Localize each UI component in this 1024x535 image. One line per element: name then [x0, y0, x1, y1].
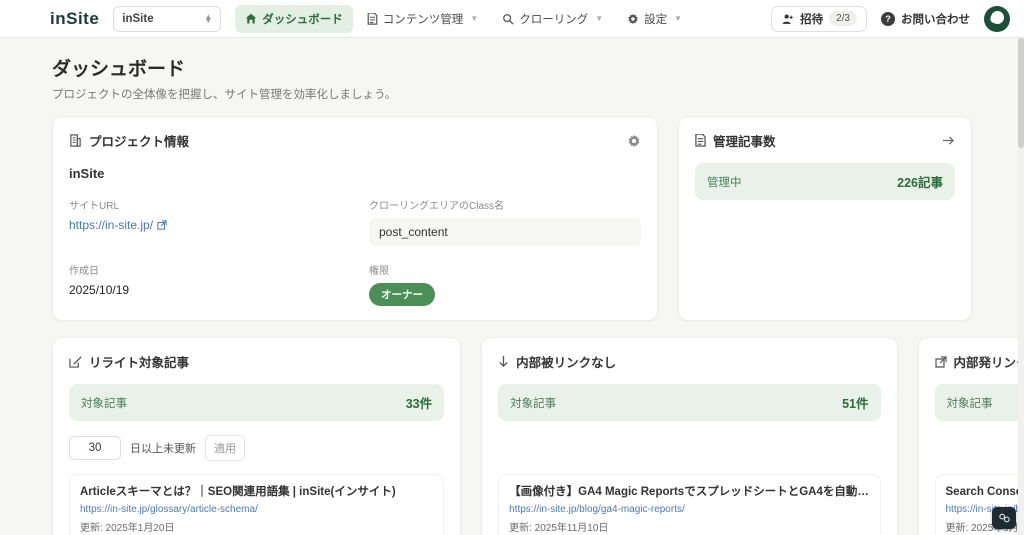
article-item[interactable]: Articleスキーマとは？｜SEO関連用語集 | inSite(インサイト) … — [69, 474, 445, 535]
card-title: リライト対象記事 — [89, 356, 190, 370]
question-circle-icon: ? — [881, 11, 895, 26]
summary-strip: 対象記事 1件 — [934, 384, 1024, 421]
class-name-value: post_content — [369, 218, 641, 246]
created-label: 作成日 — [69, 266, 99, 277]
project-settings-gear-icon[interactable] — [627, 134, 641, 148]
inbound-article-list: 【画像付き】GA4 Magic ReportsでスプレッドシートとGA4を自動…… — [498, 474, 881, 535]
select-arrows-icon: ▲ ▼ — [204, 11, 213, 25]
topbar-right: 招待 2/3 ? お問い合わせ — [771, 5, 1010, 32]
site-url-field: サイトURL https://in-site.jp/ — [69, 197, 341, 246]
site-url-label: サイトURL — [69, 201, 120, 212]
topbar: inSite inSite ▲ ▼ ダッシュボード コンテンツ管理 ▼ クローリン… — [0, 0, 1024, 38]
nav-label: ダッシュボード — [262, 13, 343, 26]
article-updated: 更新: 2025年11月10日 — [509, 523, 609, 534]
page-title: ダッシュボード — [52, 59, 186, 80]
created-field: 作成日 2025/10/19 — [69, 262, 341, 306]
home-icon — [245, 13, 257, 25]
external-link-icon — [934, 355, 947, 368]
app-logo: inSite — [50, 8, 100, 28]
row-article-lists: リライト対象記事 対象記事 33件 日以上未更新 適用 Articleスキーマと… — [52, 337, 1024, 535]
chevron-down-icon: ▼ — [595, 14, 604, 23]
edit-icon — [69, 355, 82, 368]
contact-button[interactable]: ? お問い合わせ — [881, 11, 970, 27]
article-url[interactable]: https://in-site.jp/blog/ga4-magic-report… — [509, 504, 869, 515]
managed-row-value: 226記事 — [897, 176, 943, 190]
nav-label: コンテンツ管理 — [382, 13, 464, 26]
apply-button[interactable]: 適用 — [205, 435, 245, 461]
file-icon — [695, 134, 706, 147]
card-title: 内部発リンクなし — [953, 356, 1024, 370]
article-updated: 更新: 2025年1月20日 — [80, 523, 175, 534]
article-title: Search Consoleで内部リンクを確認する方法【画面キャプチャで詳… — [945, 486, 1024, 498]
article-url[interactable]: https://in-site.jp/glossary/article-sche… — [80, 504, 433, 515]
days-input[interactable] — [69, 436, 121, 460]
nav-item-content-management[interactable]: コンテンツ管理 ▼ — [357, 5, 488, 33]
nav-item-dashboard[interactable]: ダッシュボード — [235, 4, 353, 33]
no-inbound-links-card: 内部被リンクなし 対象記事 51件 【画像付き】GA4 Magic Report… — [481, 337, 898, 535]
main-nav: ダッシュボード コンテンツ管理 ▼ クローリング ▼ 設定 ▼ — [235, 4, 692, 33]
site-url-link[interactable]: https://in-site.jp/ — [69, 218, 167, 232]
row-project-info: プロジェクト情報 inSite サイトURL https://in-site.j… — [52, 116, 972, 321]
gear-icon — [627, 13, 639, 25]
summary-strip: 対象記事 33件 — [69, 384, 445, 421]
summary-label: 対象記事 — [946, 397, 993, 410]
rewrite-target-card: リライト対象記事 対象記事 33件 日以上未更新 適用 Articleスキーマと… — [52, 337, 462, 535]
invite-label: 招待 — [800, 13, 824, 26]
role-label: 権限 — [369, 266, 389, 277]
invite-button[interactable]: 招待 2/3 — [771, 5, 867, 32]
person-plus-icon — [781, 13, 794, 25]
card-title: プロジェクト情報 — [89, 135, 190, 149]
no-outbound-links-card: 内部発リンクなし 対象記事 1件 Search Consoleで内部リンクを確認… — [917, 337, 1024, 535]
article-title: Articleスキーマとは？｜SEO関連用語集 | inSite(インサイト) — [80, 486, 396, 498]
page-subtitle: プロジェクトの全体像を把握し、サイト管理を効率化しましょう。 — [52, 89, 397, 101]
scrollbar-thumb[interactable] — [1018, 38, 1024, 148]
nav-item-settings[interactable]: 設定 ▼ — [617, 5, 692, 33]
managed-count-row[interactable]: 管理中 226記事 — [695, 163, 955, 200]
article-item[interactable]: 【画像付き】GA4 Magic ReportsでスプレッドシートとGA4を自動…… — [498, 474, 881, 535]
search-icon — [502, 13, 514, 25]
chevron-down-icon: ▼ — [470, 14, 479, 23]
created-value: 2025/10/19 — [69, 283, 130, 297]
owner-badge: オーナー — [369, 283, 435, 306]
summary-label: 対象記事 — [510, 397, 557, 410]
contact-label: お問い合わせ — [901, 13, 970, 26]
link-extension-button[interactable] — [992, 507, 1016, 529]
summary-value: 33件 — [405, 397, 433, 411]
external-link-icon — [157, 220, 167, 230]
class-name-field: クローリングエリアのClass名 post_content — [369, 197, 641, 246]
nav-label: クローリング — [519, 13, 589, 26]
project-select-value: inSite — [122, 12, 154, 25]
arrow-right-icon[interactable] — [942, 135, 955, 146]
chevron-down-icon: ▼ — [674, 14, 683, 23]
project-name: inSite — [69, 166, 105, 181]
days-filter: 日以上未更新 適用 — [69, 435, 444, 461]
project-info-card: プロジェクト情報 inSite サイトURL https://in-site.j… — [52, 116, 658, 321]
project-select[interactable]: inSite ▲ ▼ — [113, 5, 222, 32]
summary-label: 対象記事 — [81, 397, 127, 410]
days-suffix-label: 日以上未更新 — [130, 443, 196, 455]
managed-articles-card: 管理記事数 管理中 226記事 — [678, 116, 972, 321]
article-title: 【画像付き】GA4 Magic ReportsでスプレッドシートとGA4を自動… — [509, 486, 869, 498]
card-title: 内部被リンクなし — [516, 356, 617, 370]
scrollbar[interactable] — [1018, 38, 1024, 535]
invite-count-badge: 2/3 — [829, 11, 857, 26]
avatar[interactable] — [984, 5, 1010, 32]
summary-value: 51件 — [842, 397, 869, 411]
managed-row-label: 管理中 — [707, 176, 742, 189]
arrow-down-icon — [498, 355, 509, 368]
building-icon — [69, 134, 82, 147]
nav-item-crawling[interactable]: クローリング ▼ — [492, 5, 613, 33]
class-name-label: クローリングエリアのClass名 — [369, 201, 505, 212]
document-icon — [367, 12, 378, 25]
card-title: 管理記事数 — [713, 135, 776, 149]
summary-strip: 対象記事 51件 — [498, 384, 881, 421]
dashboard-page: ダッシュボード プロジェクトの全体像を把握し、サイト管理を効率化しましょう。 プ… — [0, 38, 1024, 535]
rewrite-article-list: Articleスキーマとは？｜SEO関連用語集 | inSite(インサイト) … — [69, 474, 445, 535]
nav-label: 設定 — [644, 13, 668, 26]
role-field: 権限 オーナー — [369, 262, 641, 306]
